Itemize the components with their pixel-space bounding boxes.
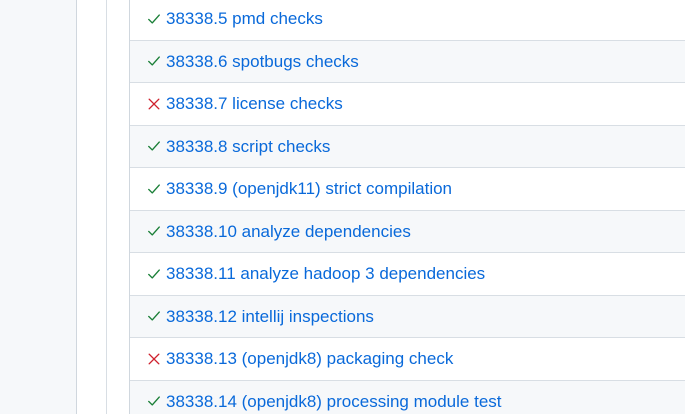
check-link[interactable]: 38338.14 (openjdk8) processing module te…: [166, 393, 502, 410]
check-row: 38338.9 (openjdk11) strict compilation: [130, 168, 685, 211]
check-icon: [146, 181, 162, 197]
check-link[interactable]: 38338.12 intellij inspections: [166, 308, 374, 325]
x-icon: [146, 96, 162, 112]
check-icon: [146, 138, 162, 154]
check-row: 38338.13 (openjdk8) packaging check: [130, 338, 685, 381]
check-list: 38338.5 pmd checks 38338.6 spotbugs chec…: [129, 0, 685, 414]
timeline-rail: [106, 0, 107, 414]
check-icon: [146, 11, 162, 27]
check-row: 38338.11 analyze hadoop 3 dependencies: [130, 253, 685, 296]
check-link[interactable]: 38338.5 pmd checks: [166, 10, 323, 27]
check-link[interactable]: 38338.13 (openjdk8) packaging check: [166, 350, 453, 367]
check-row: 38338.14 (openjdk8) processing module te…: [130, 380, 685, 414]
check-icon: [146, 393, 162, 409]
x-icon: [146, 351, 162, 367]
check-row: 38338.6 spotbugs checks: [130, 40, 685, 83]
check-row: 38338.8 script checks: [130, 125, 685, 168]
check-link[interactable]: 38338.9 (openjdk11) strict compilation: [166, 180, 452, 197]
check-icon: [146, 223, 162, 239]
check-link[interactable]: 38338.7 license checks: [166, 95, 343, 112]
check-link[interactable]: 38338.10 analyze dependencies: [166, 223, 411, 240]
check-icon: [146, 53, 162, 69]
check-link[interactable]: 38338.11 analyze hadoop 3 dependencies: [166, 265, 485, 282]
check-link[interactable]: 38338.8 script checks: [166, 138, 330, 155]
check-link[interactable]: 38338.6 spotbugs checks: [166, 53, 359, 70]
check-row: 38338.12 intellij inspections: [130, 295, 685, 338]
check-row: 38338.5 pmd checks: [130, 0, 685, 41]
checks-page: 38338.5 pmd checks 38338.6 spotbugs chec…: [0, 0, 685, 414]
check-icon: [146, 308, 162, 324]
check-icon: [146, 266, 162, 282]
check-row: 38338.7 license checks: [130, 83, 685, 126]
check-row: 38338.10 analyze dependencies: [130, 210, 685, 253]
left-sidebar: [0, 0, 77, 414]
